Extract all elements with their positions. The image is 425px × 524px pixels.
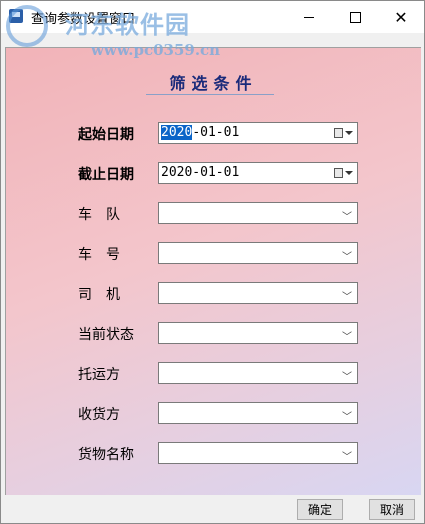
start-date-label: 起始日期	[78, 127, 134, 143]
chevron-down-icon[interactable]: ﹀	[342, 448, 352, 463]
chevron-down-icon[interactable]: ﹀	[342, 288, 352, 303]
calendar-icon[interactable]	[334, 168, 343, 178]
chevron-down-icon[interactable]: ﹀	[342, 248, 352, 263]
shipper-label: 托运方	[78, 367, 120, 383]
end-date-label: 截止日期	[78, 167, 134, 183]
status-select[interactable]: ﹀	[158, 322, 358, 344]
heading-underline	[146, 94, 274, 95]
ok-button[interactable]: 确定	[297, 499, 343, 520]
watermark-logo-icon	[6, 5, 48, 47]
end-date-value: 2020-01-01	[161, 165, 240, 180]
dropdown-arrow-icon[interactable]	[345, 131, 353, 135]
filter-heading: 筛选条件	[169, 74, 258, 93]
goods-name-select[interactable]: ﹀	[158, 442, 358, 464]
fleet-select[interactable]: ﹀	[158, 202, 358, 224]
chevron-down-icon[interactable]: ﹀	[342, 328, 352, 343]
cancel-button[interactable]: 取消	[369, 499, 415, 520]
status-label: 当前状态	[78, 327, 134, 343]
chevron-down-icon[interactable]: ﹀	[342, 408, 352, 423]
vehicle-number-label: 车 号	[78, 247, 120, 263]
driver-select[interactable]: ﹀	[158, 282, 358, 304]
consignee-select[interactable]: ﹀	[158, 402, 358, 424]
close-button[interactable]: ✕	[378, 1, 424, 33]
chevron-down-icon[interactable]: ﹀	[342, 368, 352, 383]
goods-name-label: 货物名称	[78, 447, 134, 463]
vehicle-number-select[interactable]: ﹀	[158, 242, 358, 264]
chevron-down-icon[interactable]: ﹀	[342, 208, 352, 223]
watermark-url: www.pc0359.cn	[91, 41, 221, 59]
watermark-name: 河东软件园	[65, 10, 190, 39]
start-date-value: 2020-01-01	[161, 125, 239, 140]
shipper-select[interactable]: ﹀	[158, 362, 358, 384]
filter-panel: 筛选条件 起始日期 2020-01-01 截止日期 2020-01-01 车 队…	[5, 47, 421, 495]
minimize-icon	[304, 16, 314, 18]
fleet-label: 车 队	[78, 207, 120, 223]
start-date-year-selected: 2020	[161, 125, 193, 140]
driver-label: 司 机	[78, 287, 120, 303]
maximize-icon	[349, 11, 361, 23]
dialog-window: 查询参数设置窗口 河东软件园 ✕ 筛选条件 起始日期 2020-01-01 截止…	[0, 0, 425, 524]
title-bar[interactable]: 查询参数设置窗口 河东软件园 ✕	[1, 1, 424, 47]
close-icon: ✕	[394, 7, 408, 27]
calendar-icon[interactable]	[334, 128, 343, 138]
end-date-picker[interactable]: 2020-01-01	[158, 162, 358, 184]
button-bar	[1, 495, 424, 523]
consignee-label: 收货方	[78, 407, 120, 423]
minimize-button[interactable]	[286, 1, 332, 33]
maximize-button[interactable]	[332, 1, 378, 33]
start-date-rest: -01-01	[192, 125, 240, 140]
dropdown-arrow-icon[interactable]	[345, 171, 353, 175]
start-date-picker[interactable]: 2020-01-01	[158, 122, 358, 144]
